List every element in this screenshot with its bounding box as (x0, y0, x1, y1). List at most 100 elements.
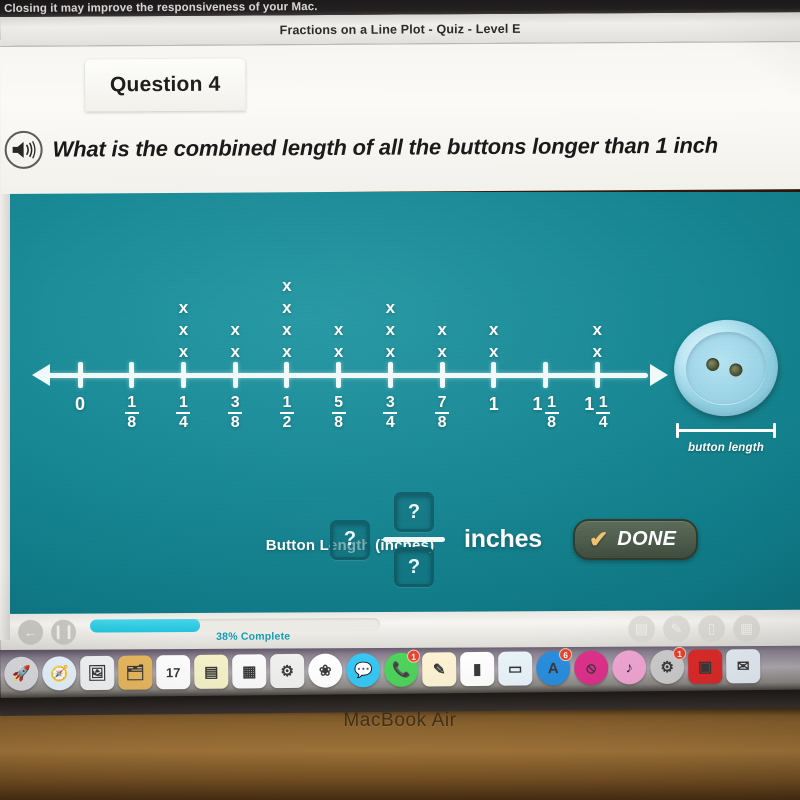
dock-item-calendar[interactable]: 17 (156, 655, 191, 690)
measure-bar-icon (676, 423, 776, 438)
pause-button[interactable]: ❙❙ (51, 619, 77, 645)
axis-left-arrow-icon (32, 364, 50, 386)
back-button[interactable]: ← (18, 619, 44, 645)
data-point-marker: x (437, 342, 447, 361)
data-point-marker: x (230, 320, 240, 339)
app-store-icon: A (547, 659, 559, 677)
dock-badge: 6 (559, 648, 573, 662)
data-point-stack: xxx (179, 299, 188, 360)
roblox-icon: ▣ (698, 658, 713, 676)
axis-tick (232, 362, 238, 388)
progress-fill (90, 618, 201, 633)
axis-tick (439, 362, 445, 388)
question-panel: Question 4 What is the combined length o… (0, 41, 800, 194)
data-point-marker: x (385, 298, 396, 317)
dock-item-notes[interactable]: ▤ (194, 654, 229, 689)
data-point-marker: x (282, 342, 292, 361)
messages-icon: 💬 (353, 662, 373, 680)
button-inner-rim (681, 326, 771, 410)
app-title: Fractions on a Line Plot - Quiz - Level … (279, 21, 521, 37)
calendar-icon: 17 (165, 664, 181, 680)
axis-tick-label: 34 (383, 394, 398, 432)
dock-item-system-preferences[interactable]: ⚙ 1 (650, 646, 687, 685)
dock-item-utilities[interactable]: ⚙ (270, 653, 305, 689)
data-point-marker: x (282, 298, 292, 317)
data-point-marker: x (592, 320, 602, 339)
question-prompt-text: What is the combined length of all the b… (52, 132, 719, 162)
speaker-icon[interactable] (4, 130, 43, 169)
dock-item-restricted[interactable]: ⦸ (574, 650, 609, 685)
dock-item-app-store[interactable]: A6 (536, 648, 573, 686)
axis-tick (336, 362, 342, 388)
dock-item-mail[interactable]: ✉ (726, 649, 761, 684)
activity-area: 01814xxx38xx12xxxx58xx34xxx78xx1xx118114… (0, 192, 800, 787)
data-point-marker: x (282, 320, 292, 339)
check-icon: ✔ (589, 526, 609, 552)
reference-tool-icon[interactable]: ▤ (628, 615, 656, 643)
axis-tick-label: 58 (331, 394, 346, 432)
axis-tick-label: 78 (435, 394, 450, 432)
data-point-marker: x (333, 342, 344, 361)
data-point-marker: x (230, 342, 240, 361)
measure-caption: button length (687, 442, 765, 454)
dock-item-reminders[interactable]: ▦ (232, 654, 267, 689)
notes-icon: ▤ (204, 663, 219, 681)
dock-item-keynote[interactable]: ▭ (498, 651, 533, 686)
laptop-model-label: MacBook Air (343, 710, 457, 731)
question-prompt-row: What is the combined length of all the b… (0, 113, 800, 182)
calculator-tool-icon[interactable]: ▦ (733, 614, 761, 642)
dock-item-pages[interactable]: ✎ (422, 652, 457, 687)
dock-badge: 1 (673, 646, 687, 660)
dock-badge: 1 (407, 649, 421, 663)
data-point-stack: xx (593, 321, 602, 360)
numerator-input[interactable]: ? (394, 492, 434, 532)
question-number-tab[interactable]: Question 4 (85, 58, 246, 112)
axis-tick-label: 114 (584, 394, 611, 432)
pencil-tool-icon-glyph: ✎ (670, 619, 683, 636)
dock-item-messages[interactable]: 💬 (346, 653, 381, 688)
dock-item-photos[interactable]: ❀ (308, 653, 343, 688)
utilities-icon: ⚙ (280, 662, 295, 681)
activity-control-bar: ← ❙❙ 38% Complete ▤ ✎ ▯ ▦ (0, 609, 800, 650)
mail-icon: ✉ (736, 658, 750, 676)
data-point-marker: x (178, 298, 189, 317)
dock-item-facetime[interactable]: 📞 1 (384, 649, 421, 687)
axis-tick (543, 362, 549, 388)
denominator-input[interactable]: ? (394, 547, 434, 587)
dock-item-numbers[interactable]: ▮ (460, 651, 495, 687)
data-point-marker: x (489, 342, 499, 361)
data-point-marker: x (385, 320, 396, 339)
done-button[interactable]: ✔ DONE (573, 519, 699, 560)
question-number-label: Question 4 (109, 72, 221, 97)
notepad-tool-icon[interactable]: ▯ (698, 614, 726, 642)
numbers-icon: ▮ (473, 660, 482, 679)
reminders-icon: ▦ (242, 663, 257, 681)
fraction-input-group: ? ? (383, 492, 445, 587)
pages-icon: ✎ (432, 661, 446, 679)
pencil-tool-icon[interactable]: ✎ (663, 614, 691, 643)
dock-item-launchpad[interactable]: 🚀 (4, 656, 39, 691)
dock-item-safari[interactable]: 🧭 (42, 656, 77, 691)
dock-item-finder-folder[interactable]: 🗂 (118, 655, 153, 690)
dock-item-preview[interactable]: 🖼 (80, 655, 115, 691)
dock-item-roblox[interactable]: ▣ (688, 649, 723, 684)
dock-item-itunes[interactable]: ♪ (612, 650, 647, 685)
whole-number-input[interactable]: ? (330, 519, 370, 560)
progress-label: 38% Complete (216, 630, 291, 643)
tool-icon-group: ▤ ✎ ▯ ▦ (628, 614, 800, 643)
data-point-stack: xx (334, 321, 343, 360)
button-disc-icon (667, 312, 785, 424)
data-point-stack: xx (230, 321, 239, 360)
data-point-stack: xx (437, 321, 446, 360)
axis-tick-label: 14 (176, 394, 191, 432)
keynote-icon: ▭ (508, 660, 523, 678)
button-illustration: button length (667, 312, 793, 465)
number-line-axis (48, 373, 648, 378)
axis-right-arrow-icon (650, 364, 668, 386)
axis-tick-label: 1 (488, 394, 499, 414)
data-point-marker: x (437, 320, 447, 339)
axis-tick (77, 362, 83, 388)
photos-icon: ❀ (318, 662, 332, 680)
data-point-stack: xxx (386, 299, 395, 360)
launchpad-icon: 🚀 (11, 665, 31, 683)
